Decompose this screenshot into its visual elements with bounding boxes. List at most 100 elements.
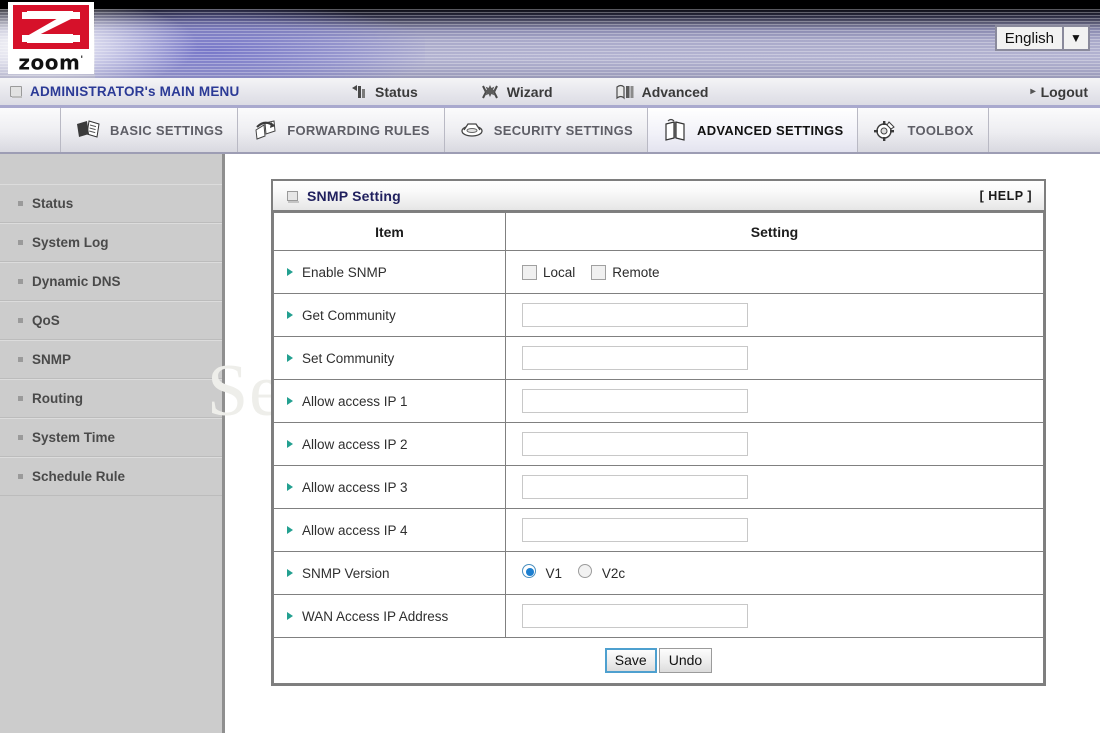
- radio-v2c[interactable]: [578, 563, 593, 578]
- gear-icon: [874, 121, 896, 141]
- row-label-allow-access-ip-2: Allow access IP 2: [273, 422, 506, 466]
- tab-toolbox-label: TOOLBOX: [907, 122, 974, 138]
- row-setting-allow-access-ip-2: [505, 422, 1044, 466]
- sidebar-item-status[interactable]: Status: [0, 184, 222, 223]
- column-header-item: Item: [273, 212, 506, 251]
- nav-item-wizard-label: Wizard: [506, 83, 553, 100]
- bullet-icon: [18, 435, 23, 440]
- wan-access-ip-address-input[interactable]: [522, 604, 748, 628]
- tab-advanced-settings[interactable]: ADVANCED SETTINGS: [648, 108, 859, 152]
- tab-toolbox[interactable]: TOOLBOX: [858, 108, 989, 152]
- tab-security-settings[interactable]: SECURITY SETTINGS: [445, 108, 648, 152]
- tab-forwarding-rules[interactable]: FORWARDING RULES: [238, 108, 445, 152]
- allow-access-ip-3-input[interactable]: [522, 475, 748, 499]
- arrow-right-icon: [287, 353, 293, 362]
- panel-header: SNMP Setting [ HELP ]: [273, 181, 1044, 212]
- row-label-text: Allow access IP 3: [302, 479, 408, 495]
- zoom-logo-tm: ': [80, 55, 84, 65]
- bullet-icon: [18, 201, 23, 206]
- status-icon: [352, 84, 365, 98]
- arrow-pages-icon: [255, 120, 276, 140]
- radio-v1[interactable]: [522, 563, 536, 578]
- sidebar-item-label: SNMP: [32, 352, 72, 367]
- sidebar-item-dynamic-dns[interactable]: Dynamic DNS: [0, 262, 222, 301]
- sidebar-item-label: System Log: [32, 235, 109, 250]
- radio-v2c-label: V2c: [601, 565, 626, 581]
- sidebar-item-qos[interactable]: QoS: [0, 301, 222, 340]
- table-row: Enable SNMP Local Remote: [273, 250, 1044, 294]
- language-select[interactable]: English ▼: [994, 25, 1090, 51]
- sidebar-item-snmp[interactable]: SNMP: [0, 340, 222, 379]
- sidebar-item-system-time[interactable]: System Time: [0, 418, 222, 457]
- admin-main-menu[interactable]: ADMINISTRATOR's MAIN MENU: [10, 84, 350, 99]
- help-link[interactable]: [ HELP ]: [980, 189, 1032, 203]
- page-title: SNMP Setting: [307, 187, 401, 204]
- table-row: Allow access IP 3: [273, 465, 1044, 509]
- row-setting-enable-snmp: Local Remote: [505, 250, 1044, 294]
- sidebar-item-system-log[interactable]: System Log: [0, 223, 222, 262]
- allow-access-ip-2-input[interactable]: [522, 432, 748, 456]
- get-community-input[interactable]: [522, 303, 748, 327]
- logout-label: Logout: [1040, 83, 1088, 100]
- set-community-input[interactable]: [522, 346, 748, 370]
- row-label-text: Allow access IP 1: [302, 393, 408, 409]
- table-row: Set Community: [273, 336, 1044, 380]
- sidebar-item-label: System Time: [32, 430, 116, 445]
- book-icon: [665, 118, 685, 141]
- checkbox-local[interactable]: [522, 264, 537, 280]
- table-actions-row: Save Undo: [273, 637, 1044, 684]
- caret-right-icon: ▸: [1030, 86, 1036, 97]
- nav-item-status-label: Status: [375, 83, 418, 100]
- sidebar-item-schedule-rule[interactable]: Schedule Rule: [0, 457, 222, 496]
- row-setting-allow-access-ip-4: [505, 508, 1044, 552]
- main-content: SetupRouter.com SNMP Setting [ HELP ] It…: [207, 154, 1100, 733]
- nav-item-status[interactable]: Status: [350, 83, 418, 101]
- site-banner: zoom' English ▼: [0, 0, 1100, 78]
- arrow-right-icon: [287, 525, 293, 534]
- nav-item-wizard[interactable]: Wizard: [480, 83, 553, 101]
- bullet-icon: [18, 357, 23, 362]
- row-label-text: SNMP Version: [302, 565, 390, 581]
- nav-item-advanced[interactable]: Advanced: [615, 83, 709, 101]
- save-button[interactable]: Save: [604, 648, 657, 673]
- settings-tab-bar: BASIC SETTINGS FORWARDING RULES SECURITY…: [0, 108, 1100, 154]
- table-row: SNMP Version V1 V2c: [273, 551, 1044, 595]
- table-header-row: Item Setting: [273, 212, 1044, 251]
- arrow-right-icon: [287, 568, 293, 577]
- checkbox-remote[interactable]: [591, 264, 607, 280]
- arrow-right-icon: [287, 439, 293, 448]
- row-setting-get-community: [505, 293, 1044, 337]
- window-icon: [10, 86, 22, 98]
- snmp-setting-panel: SNMP Setting [ HELP ] Item Setting Enabl…: [271, 179, 1046, 686]
- arrow-right-icon: [287, 310, 293, 319]
- radio-v1-label: V1: [545, 565, 562, 581]
- checkbox-remote-label: Remote: [612, 264, 660, 280]
- tab-basic-settings[interactable]: BASIC SETTINGS: [60, 108, 239, 152]
- table-row: Allow access IP 4: [273, 508, 1044, 552]
- tab-advanced-settings-label: ADVANCED SETTINGS: [697, 122, 844, 138]
- allow-access-ip-4-input[interactable]: [522, 518, 748, 542]
- row-label-allow-access-ip-3: Allow access IP 3: [273, 465, 506, 509]
- sidebar-item-label: QoS: [32, 313, 60, 328]
- zoom-logo-wordmark: zoom': [8, 49, 94, 74]
- logout-link[interactable]: ▸ Logout: [1031, 84, 1088, 100]
- tab-security-settings-label: SECURITY SETTINGS: [493, 122, 633, 138]
- chevron-down-icon[interactable]: ▼: [1062, 27, 1088, 49]
- checkbox-local-label: Local: [543, 264, 576, 280]
- row-label-snmp-version: SNMP Version: [273, 551, 506, 595]
- row-label-text: WAN Access IP Address: [302, 608, 449, 624]
- advanced-icon: [615, 84, 634, 99]
- row-label-allow-access-ip-1: Allow access IP 1: [273, 379, 506, 423]
- form-buttons: Save Undo: [273, 637, 1044, 684]
- allow-access-ip-1-input[interactable]: [522, 389, 748, 413]
- banner-top-bar: [0, 0, 1100, 9]
- shield-icon: [461, 123, 483, 137]
- row-setting-allow-access-ip-1: [505, 379, 1044, 423]
- sidebar-item-routing[interactable]: Routing: [0, 379, 222, 418]
- sidebar-item-label: Routing: [32, 391, 83, 406]
- sidebar-item-label: Status: [32, 196, 74, 211]
- table-row: Allow access IP 2: [273, 422, 1044, 466]
- undo-button[interactable]: Undo: [658, 648, 713, 673]
- row-setting-wan-access-ip-address: [505, 594, 1044, 638]
- row-setting-snmp-version: V1 V2c: [505, 551, 1044, 595]
